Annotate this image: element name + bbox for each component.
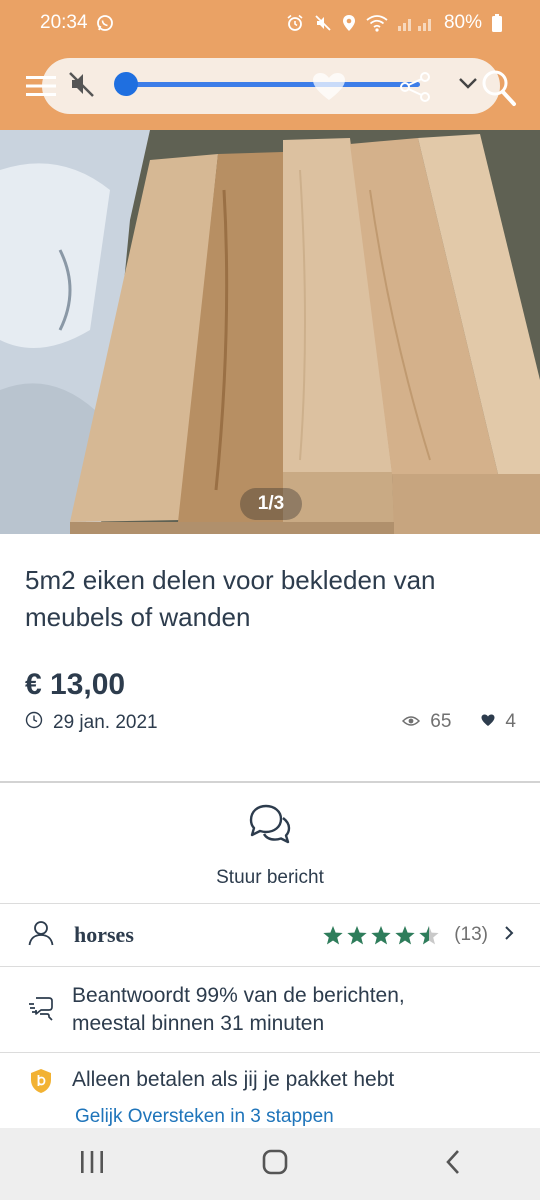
- chat-bubbles-icon: [247, 802, 293, 853]
- divider: [0, 966, 540, 967]
- alarm-icon: [286, 14, 304, 32]
- chevron-down-icon[interactable]: [458, 76, 478, 95]
- send-message-button[interactable]: Stuur bericht: [0, 784, 540, 902]
- star-icon: [323, 925, 343, 944]
- listing-date-row: 29 jan. 2021: [25, 711, 158, 735]
- listing-stats: 65 4: [402, 711, 516, 733]
- send-message-label: Stuur bericht: [216, 867, 324, 888]
- shield-icon: [30, 1068, 52, 1099]
- buyer-protection-text: Alleen betalen als jij je pakket hebt: [72, 1068, 395, 1091]
- divider: [0, 1052, 540, 1053]
- fast-reply-icon: [28, 995, 54, 1026]
- search-icon[interactable]: [480, 68, 518, 113]
- star-icon: [419, 925, 439, 944]
- clock-icon: [25, 711, 43, 735]
- back-icon[interactable]: [445, 1149, 461, 1180]
- buyer-protection-row: Alleen betalen als jij je pakket hebt Ge…: [0, 1054, 540, 1128]
- listing-price: € 13,00: [25, 668, 126, 701]
- listing-title: 5m2 eiken delen voor bekleden van meubel…: [25, 565, 436, 632]
- response-rate-line1: Beantwoordt 99% van de berichten,: [72, 984, 405, 1007]
- battery-icon: [492, 14, 502, 32]
- battery-text: 80%: [443, 12, 482, 33]
- response-rate-row: Beantwoordt 99% van de berichten, meesta…: [0, 968, 540, 1052]
- heart-icon[interactable]: [312, 72, 346, 107]
- signal-icon: [397, 14, 434, 32]
- location-icon: [342, 14, 356, 32]
- view-count: 65: [430, 711, 452, 732]
- photo-counter: 1/3: [240, 488, 302, 520]
- chevron-right-icon: [504, 925, 514, 946]
- response-rate-line2: meestal binnen 31 minuten: [72, 1012, 325, 1035]
- system-nav-bar: [0, 1128, 540, 1200]
- volume-mute-icon[interactable]: [68, 70, 96, 103]
- seller-name: horses: [74, 922, 134, 947]
- listing-date: 29 jan. 2021: [53, 712, 158, 733]
- star-icon: [347, 925, 367, 944]
- volume-slider-thumb[interactable]: [114, 72, 138, 96]
- user-icon: [28, 920, 54, 951]
- star-icon: [395, 925, 415, 944]
- eye-icon: [402, 711, 421, 733]
- star-icon: [371, 925, 391, 944]
- home-icon[interactable]: [262, 1149, 288, 1180]
- share-icon[interactable]: [398, 70, 432, 109]
- seller-rating: [322, 925, 440, 946]
- volume-slider-track[interactable]: [124, 82, 420, 87]
- recent-apps-icon[interactable]: [79, 1150, 105, 1179]
- hamburger-icon[interactable]: [26, 74, 56, 103]
- status-bar: 20:34 80%: [0, 0, 540, 46]
- wifi-icon: [366, 14, 388, 32]
- review-count: (13): [454, 924, 488, 945]
- buyer-protection-link[interactable]: Gelijk Oversteken in 3 stappen: [75, 1106, 334, 1128]
- listing-photo[interactable]: [0, 130, 540, 534]
- favorite-count: 4: [505, 711, 516, 732]
- divider: [0, 781, 540, 783]
- heart-icon: [481, 711, 495, 733]
- status-time: 20:34: [40, 12, 88, 33]
- whatsapp-icon: [96, 14, 114, 32]
- mute-icon: [314, 14, 332, 32]
- seller-row[interactable]: horses (13): [0, 904, 540, 966]
